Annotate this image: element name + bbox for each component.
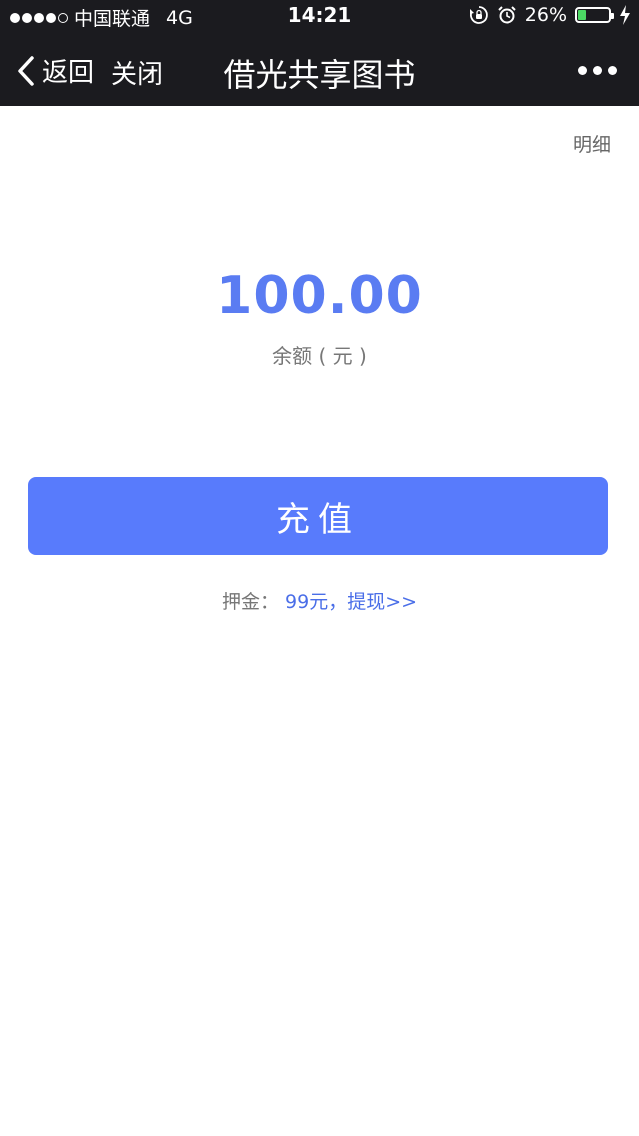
battery-level [578,10,586,20]
balance-label: 余额 ( 元 ) [272,344,367,368]
deposit-row: 押金： 99元，提现>> [0,587,639,614]
status-right: 26% [469,4,631,26]
battery-icon [575,7,614,23]
rotation-lock-icon [469,6,488,24]
recharge-button[interactable]: 充值 [28,477,608,555]
status-bar: 中国联通 4G 14:21 26% [0,0,639,32]
detail-link[interactable]: 明细 [573,130,611,157]
balance-amount: 100.00 [216,266,423,326]
battery-percent: 26% [524,4,567,26]
alarm-icon [498,6,516,24]
nav-bar: 返回 关闭 借光共享图书 [0,32,639,106]
charging-bolt-icon [620,5,630,25]
deposit-label: 押金： [221,591,279,613]
more-options-icon[interactable] [578,66,617,75]
page-title: 借光共享图书 [223,56,416,94]
withdraw-deposit-link[interactable]: 99元，提现>> [285,591,417,613]
